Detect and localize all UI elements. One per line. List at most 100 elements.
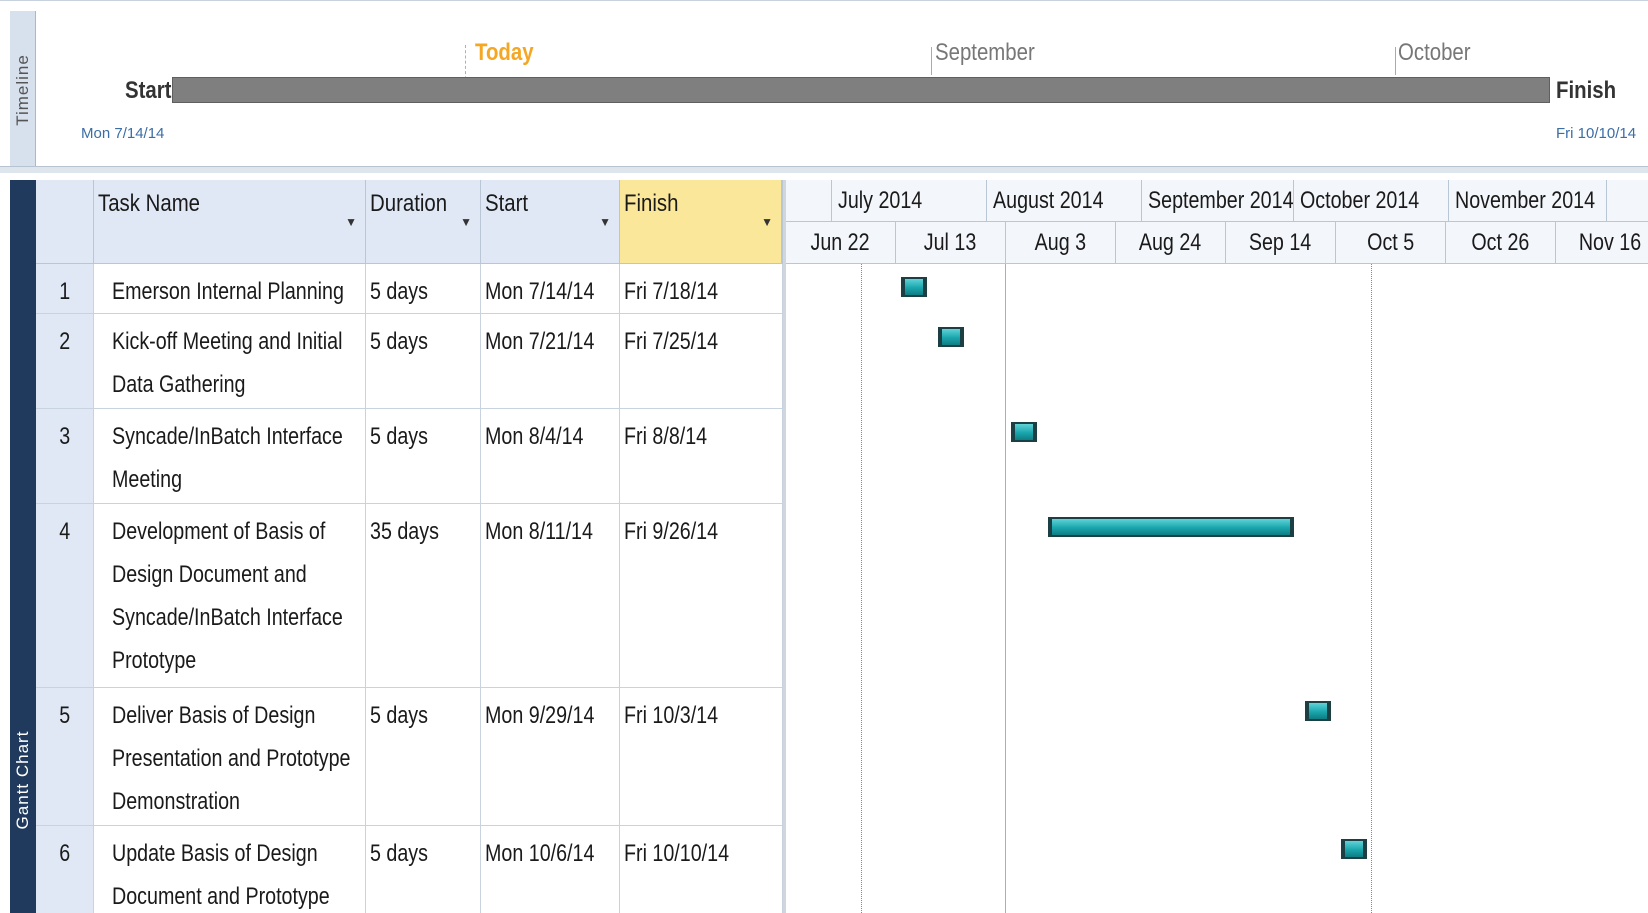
task-cell-start[interactable]: Mon 7/21/14: [481, 314, 620, 408]
timescale-month-cell: November 2014: [1449, 180, 1607, 222]
task-finish-text: Fri 7/25/14: [624, 328, 719, 355]
timeline-view-tab-label: Timeline: [12, 54, 32, 126]
timeline-pane[interactable]: Timeline Today September October Start F…: [0, 0, 1648, 169]
timescale-week-label: Jun 22: [810, 229, 871, 256]
task-cell-id[interactable]: 1: [36, 264, 94, 313]
task-duration-text: 35 days: [370, 518, 439, 545]
task-cell-duration[interactable]: 5 days: [366, 264, 481, 313]
task-cell-name[interactable]: Update Basis of Design Document and Prot…: [94, 826, 366, 913]
task-row[interactable]: 6 Update Basis of Design Document and Pro…: [36, 826, 783, 913]
task-cell-id[interactable]: 5: [36, 688, 94, 825]
task-bar[interactable]: [1011, 422, 1037, 442]
task-cell-start[interactable]: Mon 8/11/14: [481, 504, 620, 687]
task-name-text: Syncade/InBatch Interface Meeting: [112, 423, 343, 493]
task-name-filter-icon[interactable]: ▼: [345, 215, 357, 229]
task-bar[interactable]: [1341, 839, 1367, 859]
task-row[interactable]: 2 Kick-off Meeting and Initial Data Gathe…: [36, 314, 783, 409]
task-bar[interactable]: [1048, 517, 1294, 537]
gantt-chart-view-tab-label: Gantt Chart: [13, 730, 32, 830]
task-start-text: Mon 7/21/14: [485, 328, 595, 355]
task-duration-text: 5 days: [370, 840, 428, 867]
task-cell-duration[interactable]: 5 days: [366, 826, 481, 913]
task-cell-name[interactable]: Emerson Internal Planning: [94, 264, 366, 313]
pane-splitter[interactable]: [0, 166, 1648, 173]
task-name-text: Kick-off Meeting and Initial Data Gather…: [112, 328, 343, 398]
task-name-text: Deliver Basis of Design Presentation and…: [112, 702, 351, 815]
task-cell-finish[interactable]: Fri 8/8/14: [620, 409, 783, 503]
task-cell-id[interactable]: 6: [36, 826, 94, 913]
timescale-month-label: August 2014: [993, 187, 1104, 214]
task-id-text: 5: [59, 702, 70, 729]
timeline-view-tab[interactable]: Timeline: [10, 11, 36, 169]
task-duration-text: 5 days: [370, 328, 428, 355]
gantt-chart-view-tab[interactable]: Gantt Chart: [10, 180, 36, 913]
task-row[interactable]: 1 Emerson Internal Planning 5 days Mon 7/14…: [36, 264, 783, 314]
timescale-week-cell: Oct 26: [1446, 222, 1556, 264]
task-sheet[interactable]: Task Name ▼ Duration ▼ Start ▼ Finish ▼ …: [36, 180, 783, 913]
timescale-week-cell: Oct 5: [1336, 222, 1446, 264]
timescale-month-label: October 2014: [1300, 187, 1420, 214]
timescale-week-label: Aug 24: [1139, 229, 1202, 256]
task-cell-name[interactable]: Syncade/InBatch Interface Meeting: [94, 409, 366, 503]
task-cell-id[interactable]: 3: [36, 409, 94, 503]
task-finish-text: Fri 10/3/14: [624, 702, 719, 729]
row-header-corner[interactable]: [36, 180, 94, 264]
task-cell-start[interactable]: Mon 9/29/14: [481, 688, 620, 825]
today-label: Today: [475, 39, 534, 66]
duration-filter-icon[interactable]: ▼: [460, 215, 472, 229]
task-cell-duration[interactable]: 5 days: [366, 688, 481, 825]
task-id-text: 3: [59, 423, 70, 450]
task-finish-text: Fri 7/18/14: [624, 278, 719, 305]
task-cell-name[interactable]: Deliver Basis of Design Presentation and…: [94, 688, 366, 825]
task-cell-start[interactable]: Mon 10/6/14: [481, 826, 620, 913]
task-start-text: Mon 8/4/14: [485, 423, 584, 450]
task-id-text: 1: [59, 278, 70, 305]
timescale-week-label: Oct 26: [1471, 229, 1530, 256]
task-cell-finish[interactable]: Fri 7/18/14: [620, 264, 783, 313]
task-cell-id[interactable]: 2: [36, 314, 94, 408]
timeline-bar[interactable]: [172, 77, 1550, 103]
gantt-chart-pane[interactable]: July 2014 August 2014 September 2014 Octobe…: [783, 180, 1648, 913]
task-cell-duration[interactable]: 5 days: [366, 409, 481, 503]
task-cell-finish[interactable]: Fri 10/3/14: [620, 688, 783, 825]
column-header-start[interactable]: Start ▼: [481, 180, 620, 264]
task-finish-text: Fri 10/10/14: [624, 840, 730, 867]
task-cell-finish[interactable]: Fri 7/25/14: [620, 314, 783, 408]
task-cell-name[interactable]: Kick-off Meeting and Initial Data Gather…: [94, 314, 366, 408]
month-gridline: [1371, 264, 1372, 913]
timescale-week-cell: Aug 24: [1116, 222, 1226, 264]
column-header-duration[interactable]: Duration ▼: [366, 180, 481, 264]
task-cell-start[interactable]: Mon 8/4/14: [481, 409, 620, 503]
task-cell-duration[interactable]: 5 days: [366, 314, 481, 408]
timescale-month-cell: [786, 180, 832, 222]
task-bar[interactable]: [938, 327, 964, 347]
timescale-week-cell: Sep 14: [1226, 222, 1336, 264]
column-header-finish[interactable]: Finish ▼: [620, 180, 783, 264]
timescale-week-label: Jul 13: [924, 229, 977, 256]
task-name-text: Development of Basis of Design Document …: [112, 518, 343, 674]
timescale-month-cell: July 2014: [832, 180, 987, 222]
column-header-finish-label: Finish: [624, 190, 679, 217]
task-row[interactable]: 4 Development of Basis of Design Document…: [36, 504, 783, 688]
start-filter-icon[interactable]: ▼: [599, 215, 611, 229]
task-cell-start[interactable]: Mon 7/14/14: [481, 264, 620, 313]
task-cell-finish[interactable]: Fri 9/26/14: [620, 504, 783, 687]
september-tick: [931, 47, 932, 75]
task-cell-duration[interactable]: 35 days: [366, 504, 481, 687]
task-row[interactable]: 3 Syncade/InBatch Interface Meeting 5 days…: [36, 409, 783, 504]
task-row[interactable]: 5 Deliver Basis of Design Presentation an…: [36, 688, 783, 826]
column-header-task-name-label: Task Name: [98, 190, 201, 217]
column-header-task-name[interactable]: Task Name ▼: [94, 180, 366, 264]
timescale-week-cell: Nov 16: [1556, 222, 1648, 264]
task-duration-text: 5 days: [370, 702, 428, 729]
finish-filter-icon[interactable]: ▼: [761, 215, 773, 229]
task-cell-id[interactable]: 4: [36, 504, 94, 687]
task-bar[interactable]: [901, 277, 927, 297]
task-cell-finish[interactable]: Fri 10/10/14: [620, 826, 783, 913]
timescale-month-cell: September 2014: [1142, 180, 1294, 222]
task-bar[interactable]: [1305, 701, 1331, 721]
october-tick: [1395, 47, 1396, 75]
task-id-text: 6: [59, 840, 70, 867]
task-cell-name[interactable]: Development of Basis of Design Document …: [94, 504, 366, 687]
timeline-finish-date: Fri 10/10/14: [1556, 125, 1637, 142]
